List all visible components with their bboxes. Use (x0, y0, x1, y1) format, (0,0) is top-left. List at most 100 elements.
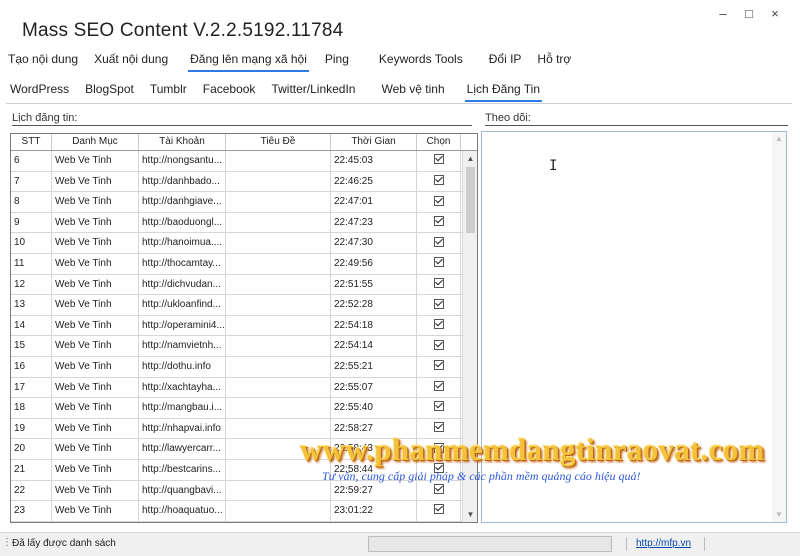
scroll-thumb[interactable] (466, 167, 475, 233)
cell-danh-muc[interactable]: Web Ve Tinh (52, 274, 139, 295)
cell-tieu-de[interactable] (226, 336, 331, 356)
cell-stt[interactable]: 17 (11, 377, 52, 398)
cell-tieu-de[interactable] (226, 377, 331, 398)
cell-stt[interactable]: 23 (11, 501, 52, 521)
table-row[interactable]: 9 Web Ve Tinh http://baoduongl... 22:47:23 (11, 212, 477, 234)
table-row[interactable]: 11 Web Ve Tinh http://thocamtay... 22:49:56 (11, 253, 477, 275)
tab-blogspot[interactable]: BlogSpot (77, 80, 142, 102)
cell-tai-khoan[interactable]: http://ukloanfind... (139, 295, 226, 315)
cell-stt[interactable]: 22 (11, 480, 52, 501)
select-checkbox[interactable] (433, 257, 444, 268)
cell-tieu-de[interactable] (226, 212, 331, 233)
col-header-thoi-gian[interactable]: Thời Gian (331, 134, 417, 150)
cell-tai-khoan[interactable]: http://nongsantu... (139, 151, 226, 171)
cell-tai-khoan[interactable]: http://bestcarins... (139, 459, 226, 480)
minimize-icon[interactable]: – (716, 6, 730, 21)
cell-stt[interactable]: 20 (11, 439, 52, 459)
cell-thoi-gian[interactable]: 22:59:27 (331, 480, 417, 501)
schedule-grid[interactable]: STT Danh Mục Tài Khoản Tiêu Đề Thời Gian… (10, 133, 478, 523)
cell-tai-khoan[interactable]: http://hoaquatuo... (139, 501, 226, 521)
cell-tieu-de[interactable] (226, 171, 331, 192)
select-checkbox[interactable] (433, 236, 444, 247)
tab-facebook[interactable]: Facebook (195, 80, 264, 102)
select-checkbox[interactable] (433, 319, 444, 330)
cell-danh-muc[interactable]: Web Ve Tinh (52, 315, 139, 336)
select-checkbox[interactable] (433, 216, 444, 227)
cell-thoi-gian[interactable]: 22:58:44 (331, 459, 417, 480)
cell-tieu-de[interactable] (226, 398, 331, 418)
cell-thoi-gian[interactable]: 22:46:25 (331, 171, 417, 192)
cell-tai-khoan[interactable]: http://dothu.info (139, 356, 226, 377)
select-checkbox[interactable] (433, 195, 444, 206)
select-checkbox[interactable] (433, 277, 444, 288)
select-checkbox[interactable] (433, 298, 444, 309)
cell-thoi-gian[interactable]: 22:47:30 (331, 233, 417, 253)
cell-thoi-gian[interactable]: 22:55:21 (331, 356, 417, 377)
cell-stt[interactable]: 12 (11, 274, 52, 295)
tab-twitter-linkedin[interactable]: Twitter/LinkedIn (263, 80, 363, 102)
select-checkbox[interactable] (433, 442, 444, 453)
table-row[interactable]: 22 Web Ve Tinh http://quangbavi... 22:59:27 (11, 480, 477, 502)
col-header-stt[interactable]: STT (11, 134, 52, 150)
cell-danh-muc[interactable]: Web Ve Tinh (52, 377, 139, 398)
close-icon[interactable]: × (768, 6, 782, 21)
select-checkbox[interactable] (433, 401, 444, 412)
table-row[interactable]: 21 Web Ve Tinh http://bestcarins... 22:58:4… (11, 459, 477, 481)
cell-thoi-gian[interactable]: 22:47:23 (331, 212, 417, 233)
cell-tieu-de[interactable] (226, 480, 331, 501)
tab-wordpress[interactable]: WordPress (0, 80, 77, 102)
cell-tai-khoan[interactable]: http://dichvudan... (139, 274, 226, 295)
select-checkbox[interactable] (433, 483, 444, 494)
cell-stt[interactable]: 9 (11, 212, 52, 233)
select-checkbox[interactable] (433, 154, 444, 165)
cell-tieu-de[interactable] (226, 501, 331, 521)
cell-danh-muc[interactable]: Web Ve Tinh (52, 192, 139, 212)
cell-tai-khoan[interactable]: http://baoduongl... (139, 212, 226, 233)
grid-vertical-scrollbar[interactable]: ▲ ▼ (462, 151, 477, 522)
cell-tai-khoan[interactable]: http://danhgiave... (139, 192, 226, 212)
scroll-down-icon[interactable]: ▼ (463, 507, 477, 522)
table-row[interactable]: 7 Web Ve Tinh http://danhbado... 22:46:25 (11, 171, 477, 193)
cell-thoi-gian[interactable]: 23:01:22 (331, 501, 417, 521)
cell-tieu-de[interactable] (226, 439, 331, 459)
cell-danh-muc[interactable]: Web Ve Tinh (52, 253, 139, 274)
cell-stt[interactable]: 7 (11, 171, 52, 192)
cell-danh-muc[interactable]: Web Ve Tinh (52, 336, 139, 356)
cell-danh-muc[interactable]: Web Ve Tinh (52, 459, 139, 480)
select-checkbox[interactable] (433, 339, 444, 350)
cell-stt[interactable]: 8 (11, 192, 52, 212)
cell-tai-khoan[interactable]: http://namvietnh... (139, 336, 226, 356)
tab-keywords-tools[interactable]: Keywords Tools (371, 50, 471, 72)
cell-thoi-gian[interactable]: 22:49:56 (331, 253, 417, 274)
cell-stt[interactable]: 11 (11, 253, 52, 274)
tab-ping[interactable]: Ping (317, 50, 357, 72)
monitor-textbox[interactable]: I ▲ ▼ (481, 131, 787, 523)
cell-thoi-gian[interactable]: 22:47:01 (331, 192, 417, 212)
cell-danh-muc[interactable]: Web Ve Tinh (52, 233, 139, 253)
cell-stt[interactable]: 21 (11, 459, 52, 480)
scroll-up-icon[interactable]: ▲ (772, 132, 786, 146)
cell-tai-khoan[interactable]: http://operamini4... (139, 315, 226, 336)
tab-tumblr[interactable]: Tumblr (142, 80, 195, 102)
cell-tieu-de[interactable] (226, 315, 331, 336)
cell-thoi-gian[interactable]: 22:52:28 (331, 295, 417, 315)
cell-stt[interactable]: 16 (11, 356, 52, 377)
cell-thoi-gian[interactable]: 22:58:27 (331, 418, 417, 439)
cell-danh-muc[interactable]: Web Ve Tinh (52, 356, 139, 377)
status-link[interactable]: http://mfp.vn (636, 538, 691, 549)
table-row[interactable]: 18 Web Ve Tinh http://mangbau.i... 22:55:40 (11, 398, 477, 419)
monitor-scrollbar[interactable]: ▲ ▼ (772, 132, 786, 522)
cell-tieu-de[interactable] (226, 459, 331, 480)
cell-danh-muc[interactable]: Web Ve Tinh (52, 398, 139, 418)
cell-danh-muc[interactable]: Web Ve Tinh (52, 212, 139, 233)
cell-tieu-de[interactable] (226, 192, 331, 212)
col-header-tai-khoan[interactable]: Tài Khoản (139, 134, 226, 150)
tab-ho-tro[interactable]: Hỗ trợ (529, 50, 579, 72)
table-row[interactable]: 10 Web Ve Tinh http://hanoimua.... 22:47:30 (11, 233, 477, 254)
table-row[interactable]: 20 Web Ve Tinh http://lawyercarr... 22:58:4… (11, 439, 477, 460)
scroll-up-icon[interactable]: ▲ (463, 151, 477, 166)
cell-tieu-de[interactable] (226, 418, 331, 439)
cell-danh-muc[interactable]: Web Ve Tinh (52, 151, 139, 171)
cell-stt[interactable]: 15 (11, 336, 52, 356)
maximize-icon[interactable]: □ (742, 6, 756, 21)
